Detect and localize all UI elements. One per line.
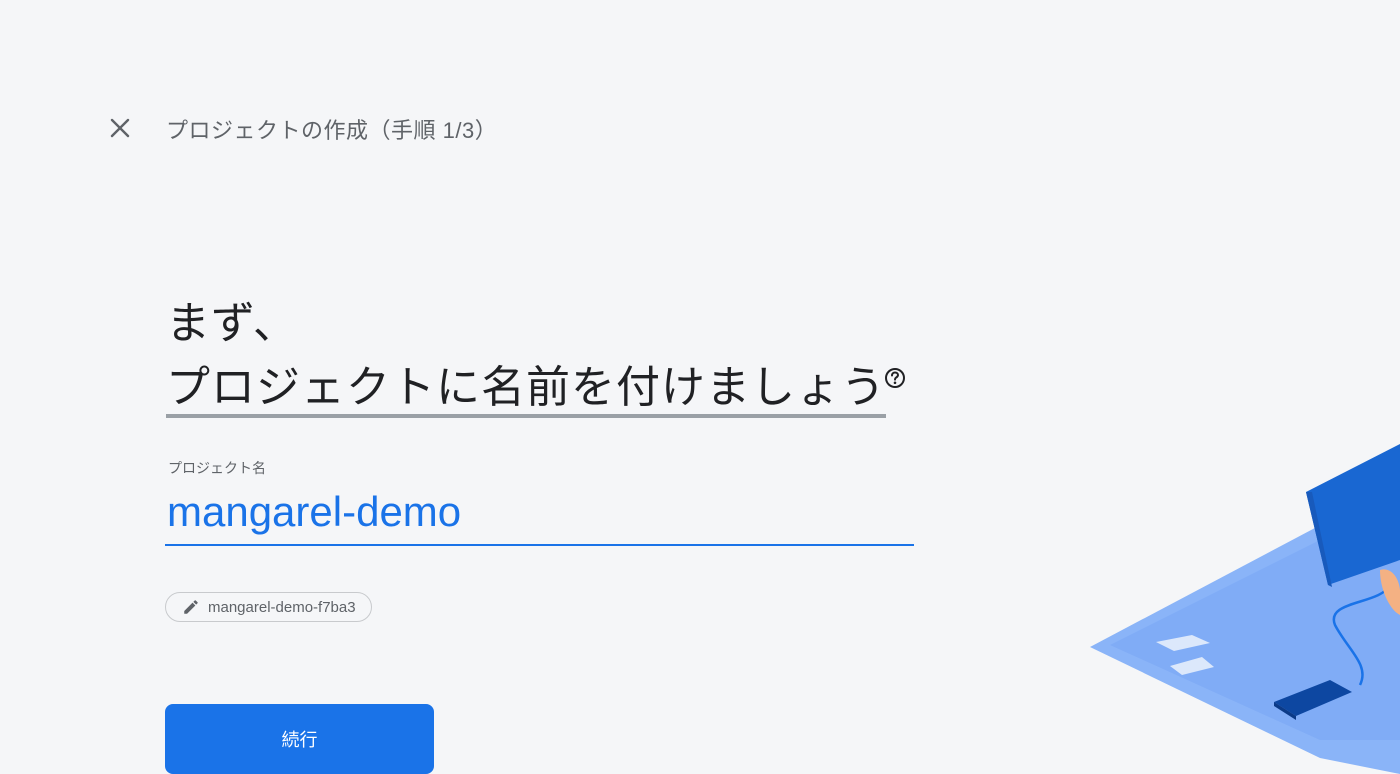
help-circle-icon[interactable]: [884, 367, 906, 389]
heading-line-1: まず、: [166, 299, 298, 348]
heading-line-2: プロジェクトに名前を付けましょう: [166, 362, 886, 418]
project-id-text: mangarel-demo-f7ba3: [208, 598, 356, 616]
decorative-illustration: [1090, 444, 1400, 774]
pencil-icon: [184, 600, 198, 614]
page-heading: まず、 プロジェクトに名前を付けましょう: [166, 292, 886, 420]
step-title: プロジェクトの作成（手順 1/3）: [166, 118, 498, 143]
project-id-chip[interactable]: mangarel-demo-f7ba3: [165, 592, 372, 622]
close-icon: [110, 118, 130, 138]
project-name-label: プロジェクト名: [168, 460, 266, 476]
project-name-input[interactable]: [165, 480, 914, 546]
top-bar: [0, 0, 1400, 120]
continue-button[interactable]: 続行: [165, 704, 434, 774]
close-button[interactable]: [104, 112, 136, 144]
